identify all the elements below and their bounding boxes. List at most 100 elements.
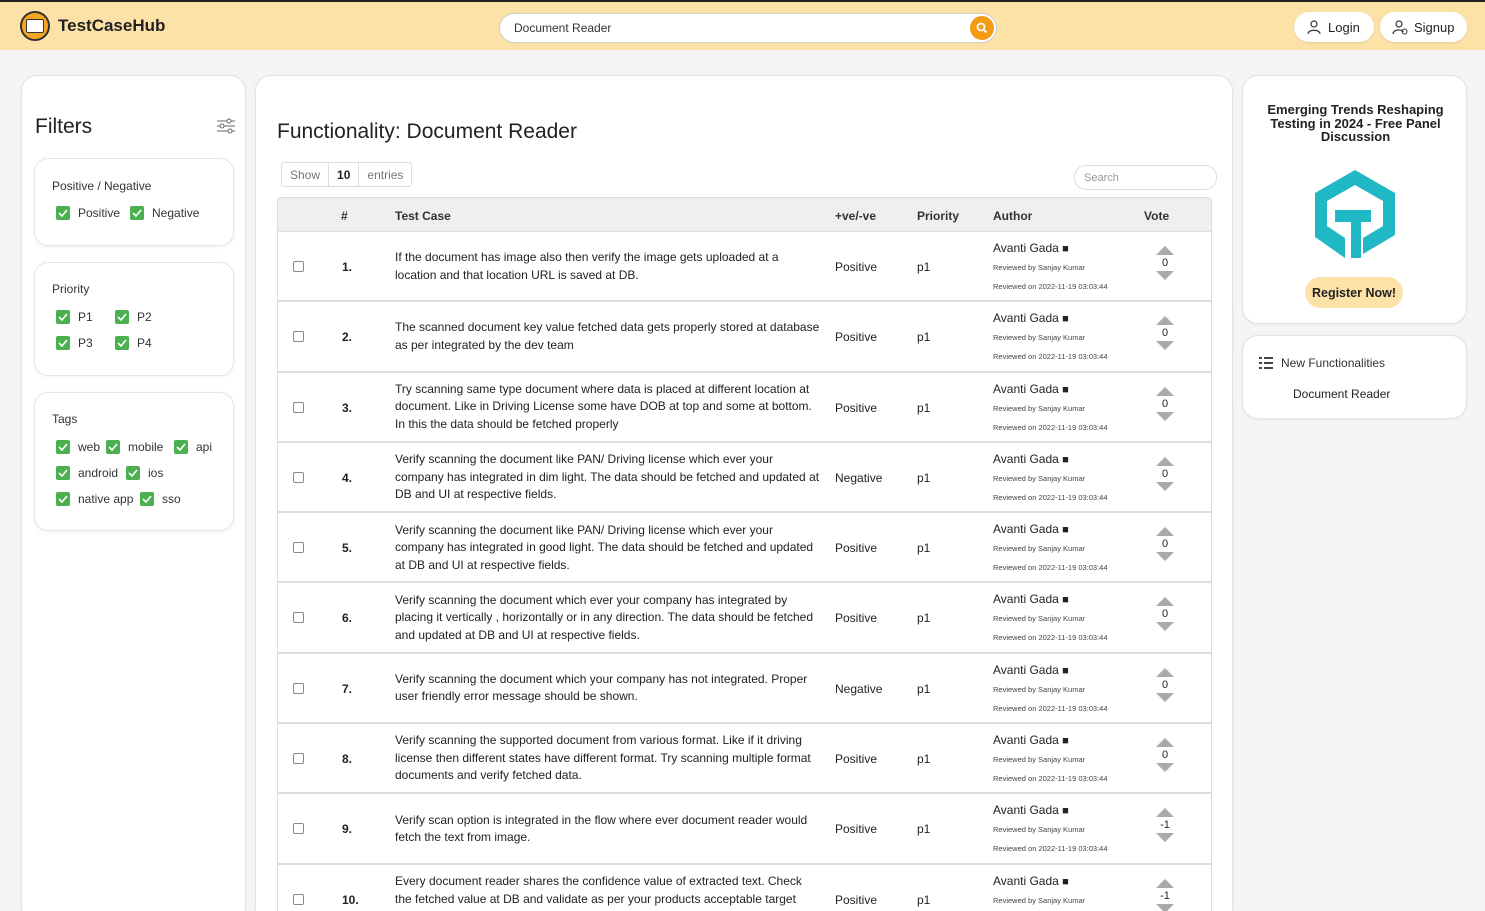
author-name[interactable]: Avanti Gada	[993, 592, 1059, 606]
search-button[interactable]	[970, 16, 994, 40]
col-header-vote[interactable]: Vote	[1144, 209, 1169, 223]
downvote-icon[interactable]	[1156, 692, 1174, 702]
table-search-input[interactable]: Search	[1074, 165, 1217, 190]
author-name[interactable]: Avanti Gada	[993, 311, 1059, 325]
vote-count: 0	[1161, 678, 1169, 691]
col-header-posneg[interactable]: +ve/-ve	[835, 209, 876, 223]
row-checkbox[interactable]	[293, 612, 304, 624]
upvote-icon[interactable]	[1156, 527, 1174, 537]
downvote-icon[interactable]	[1156, 481, 1174, 491]
reviewed-on: Reviewed on 2022-11-19 03:03:44	[993, 703, 1108, 713]
tag-checkbox-ios[interactable]: ios	[126, 466, 163, 480]
row-number: 4.	[342, 470, 353, 485]
upvote-icon[interactable]	[1156, 386, 1174, 396]
upvote-icon[interactable]	[1156, 316, 1174, 326]
tag-checkbox-web[interactable]: web	[56, 440, 100, 454]
table-row: 5. Verify scanning the document like PAN/…	[277, 513, 1212, 584]
tag-checkbox-android[interactable]: android	[56, 466, 118, 480]
author-name[interactable]: Avanti Gada	[993, 382, 1059, 396]
tag-checkbox-sso[interactable]: sso	[140, 492, 181, 506]
priority-checkbox-p4[interactable]: P4	[115, 336, 152, 350]
row-checkbox[interactable]	[293, 471, 304, 483]
posneg-value: Positive	[835, 541, 878, 556]
check-icon	[56, 310, 70, 324]
test-case-text: Verify scan option is integrated in the …	[395, 812, 808, 845]
tag-checkbox-native-app[interactable]: native app	[56, 492, 133, 506]
search-input[interactable]	[514, 14, 954, 42]
brand-logo[interactable]: TestCaseHub	[20, 11, 165, 41]
downvote-icon[interactable]	[1156, 763, 1174, 773]
new-functionalities-header: New Functionalities	[1259, 356, 1385, 370]
checkbox-label: api	[196, 440, 213, 454]
posneg-filter-title: Positive / Negative	[52, 179, 152, 193]
register-now-button[interactable]: Register Now!	[1305, 277, 1403, 308]
upvote-icon[interactable]	[1156, 808, 1174, 818]
upvote-icon[interactable]	[1156, 597, 1174, 607]
downvote-icon[interactable]	[1156, 903, 1174, 911]
test-case-text: Every document reader shares the confide…	[395, 874, 802, 911]
author-name[interactable]: Avanti Gada	[993, 452, 1059, 466]
filter-settings-icon[interactable]	[216, 118, 236, 134]
user-icon	[1307, 20, 1321, 35]
test-case-text: Verify scanning the document like PAN/ D…	[395, 522, 814, 572]
row-checkbox[interactable]	[293, 401, 304, 413]
priority-checkbox-p1[interactable]: P1	[56, 310, 93, 324]
row-checkbox[interactable]	[293, 261, 304, 272]
tag-checkbox-mobile[interactable]: mobile	[106, 440, 163, 454]
author-name[interactable]: Avanti Gada	[993, 522, 1059, 536]
row-checkbox[interactable]	[293, 753, 304, 765]
priority-checkbox-p2[interactable]: P2	[115, 310, 152, 324]
vote-control: 0	[1155, 456, 1175, 491]
posneg-checkbox-positive[interactable]: Positive	[56, 206, 120, 220]
search-icon	[976, 22, 988, 34]
author-name[interactable]: Avanti Gada	[993, 663, 1059, 677]
upvote-icon[interactable]	[1156, 878, 1174, 888]
posneg-value: Positive	[835, 892, 878, 907]
downvote-icon[interactable]	[1156, 341, 1174, 351]
posneg-checkbox-negative[interactable]: Negative	[130, 206, 199, 220]
row-checkbox[interactable]	[293, 542, 304, 554]
upvote-icon[interactable]	[1156, 738, 1174, 748]
col-header-priority[interactable]: Priority	[917, 209, 959, 223]
author-name[interactable]: Avanti Gada	[993, 733, 1059, 747]
reviewed-on: Reviewed on 2022-11-19 03:03:44	[993, 422, 1108, 432]
checkbox-label: Positive	[78, 206, 121, 220]
login-button[interactable]: Login	[1294, 12, 1374, 42]
priority-checkbox-p3[interactable]: P3	[56, 336, 93, 350]
reviewed-by: Reviewed by Sanjay Kumar	[993, 473, 1086, 483]
test-case-text: The scanned document key value fetched d…	[395, 320, 820, 352]
row-number: 6.	[342, 611, 353, 626]
new-functionality-link[interactable]: Document Reader	[1293, 387, 1390, 401]
reviewed-on: Reviewed on 2022-11-19 03:03:44	[993, 633, 1108, 643]
author-name[interactable]: Avanti Gada	[993, 241, 1059, 255]
author-name[interactable]: Avanti Gada	[993, 874, 1059, 888]
row-checkbox[interactable]	[293, 823, 304, 835]
row-checkbox[interactable]	[293, 682, 304, 694]
upvote-icon[interactable]	[1156, 456, 1174, 466]
downvote-icon[interactable]	[1156, 552, 1174, 562]
col-header-author[interactable]: Author	[993, 209, 1032, 223]
check-icon	[126, 466, 140, 480]
upvote-icon[interactable]	[1156, 246, 1174, 255]
vote-count: -1	[1160, 819, 1170, 832]
col-header-number[interactable]: #	[341, 209, 348, 223]
reviewed-on: Reviewed on 2022-11-19 03:03:44	[993, 352, 1108, 362]
downvote-icon[interactable]	[1156, 833, 1174, 843]
entries-selector[interactable]: Show 10 entries	[281, 162, 413, 187]
col-header-test-case[interactable]: Test Case	[395, 209, 451, 223]
tag-checkbox-api[interactable]: api	[174, 440, 212, 454]
lambdatest-logo-icon	[1315, 170, 1395, 258]
author-name[interactable]: Avanti Gada	[993, 803, 1059, 817]
upvote-icon[interactable]	[1156, 667, 1174, 677]
check-icon	[106, 440, 120, 454]
signup-button[interactable]: Signup	[1380, 12, 1467, 42]
entries-count-select[interactable]: 10	[328, 163, 360, 186]
row-checkbox[interactable]	[293, 893, 304, 905]
reviewed-by: Reviewed by Sanjay Kumar	[993, 755, 1086, 765]
downvote-icon[interactable]	[1156, 622, 1174, 632]
downvote-icon[interactable]	[1156, 271, 1174, 280]
vote-count: 0	[1161, 257, 1169, 269]
row-checkbox[interactable]	[293, 331, 304, 343]
downvote-icon[interactable]	[1156, 411, 1174, 421]
page-title: Functionality: Document Reader	[277, 120, 577, 143]
